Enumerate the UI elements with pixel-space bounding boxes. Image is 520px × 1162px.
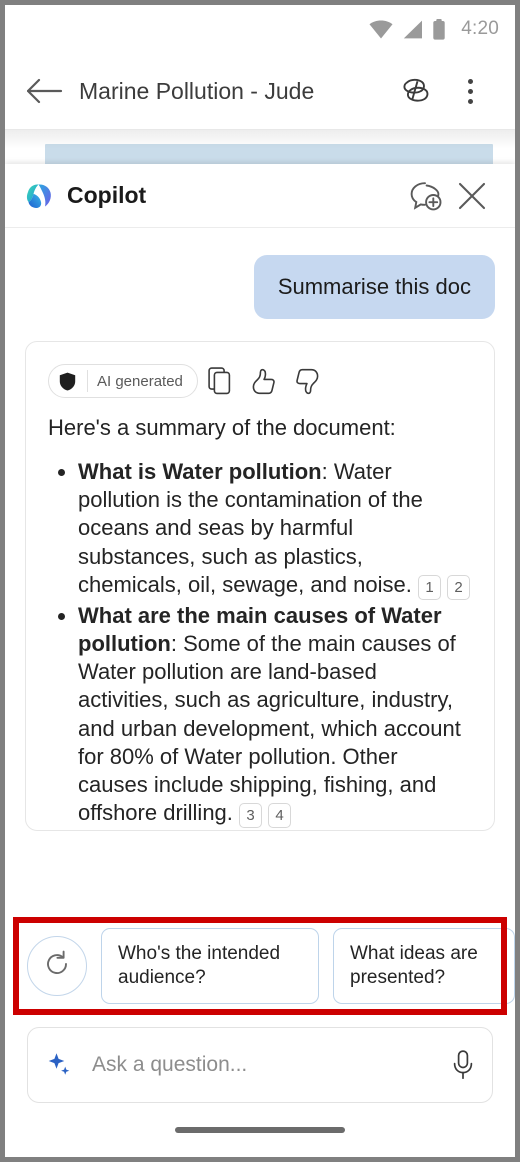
- citation-group: 1 2: [417, 574, 470, 600]
- home-gesture-bar[interactable]: [175, 1127, 345, 1133]
- summary-bullet-list: What is Water pollution: Water pollution…: [48, 458, 472, 829]
- thumbs-down-icon[interactable]: [286, 368, 330, 395]
- badge-divider: [87, 370, 88, 392]
- citation-group: 3 4: [239, 803, 292, 829]
- refresh-icon: [43, 950, 71, 983]
- document-content-peek: [5, 130, 515, 164]
- suggestions-zone: Who's the intended audience? What ideas …: [5, 911, 515, 1019]
- user-message-row: Summarise this doc: [25, 228, 495, 319]
- phone-screen: 4:20 Marine Pollution - Jude Copilot Sum…: [0, 0, 520, 1162]
- close-icon[interactable]: [449, 181, 495, 211]
- ai-generated-badge[interactable]: AI generated: [48, 364, 198, 398]
- more-options-icon[interactable]: [443, 78, 497, 104]
- citation-chip[interactable]: 4: [268, 803, 292, 829]
- citation-chip[interactable]: 2: [446, 574, 470, 600]
- status-bar: 4:20: [5, 5, 515, 53]
- copy-icon[interactable]: [198, 367, 242, 395]
- summary-bullet-item: What is Water pollution: Water pollution…: [78, 458, 472, 600]
- suggestion-chips-row[interactable]: Who's the intended audience? What ideas …: [5, 911, 515, 1019]
- suggestion-chip[interactable]: What ideas are presented?: [333, 928, 515, 1004]
- conversation-area[interactable]: Summarise this doc AI generated Here's a…: [5, 228, 515, 911]
- gesture-bar-zone: [5, 1103, 515, 1157]
- bullet-heading: What is Water pollution: [78, 459, 322, 485]
- ask-question-input[interactable]: [90, 1052, 440, 1078]
- citation-chip[interactable]: 1: [417, 574, 441, 600]
- battery-icon: [432, 18, 446, 40]
- assistant-response-card: AI generated Here's a summary of the doc…: [25, 341, 495, 832]
- response-body: Here's a summary of the document: What i…: [48, 402, 472, 829]
- new-chat-icon[interactable]: [403, 180, 449, 212]
- copilot-panel: Copilot Summarise this doc AI generated …: [5, 164, 515, 1157]
- document-app-bar: Marine Pollution - Jude: [5, 53, 515, 130]
- wifi-icon: [369, 20, 393, 39]
- user-message-bubble: Summarise this doc: [253, 255, 495, 319]
- microphone-icon[interactable]: [440, 1050, 474, 1080]
- citation-chip[interactable]: 3: [239, 803, 263, 829]
- composer-zone: [5, 1019, 515, 1103]
- thumbs-up-icon[interactable]: [242, 368, 286, 395]
- response-toolbar: AI generated: [48, 360, 472, 402]
- copilot-panel-header: Copilot: [5, 164, 515, 228]
- panel-shadow: [5, 130, 515, 164]
- summary-bullet-item: What are the main causes of Water pollut…: [78, 602, 472, 829]
- copilot-doc-icon[interactable]: [389, 75, 443, 107]
- suggestion-chip[interactable]: Who's the intended audience?: [101, 928, 319, 1004]
- refresh-suggestions-button[interactable]: [27, 936, 87, 996]
- composer-bar[interactable]: [27, 1027, 493, 1103]
- bullet-body: : Some of the main causes of Water pollu…: [78, 631, 461, 826]
- status-time: 4:20: [461, 18, 499, 39]
- signal-icon: [402, 20, 423, 39]
- shield-icon: [59, 372, 76, 391]
- document-title: Marine Pollution - Jude: [79, 77, 315, 104]
- ai-generated-label: AI generated: [97, 372, 183, 390]
- response-intro: Here's a summary of the document:: [48, 415, 396, 440]
- copilot-logo: [25, 182, 53, 210]
- copilot-panel-title: Copilot: [67, 182, 147, 208]
- back-arrow-icon[interactable]: [19, 78, 71, 104]
- copilot-sparkle-icon: [46, 1051, 74, 1079]
